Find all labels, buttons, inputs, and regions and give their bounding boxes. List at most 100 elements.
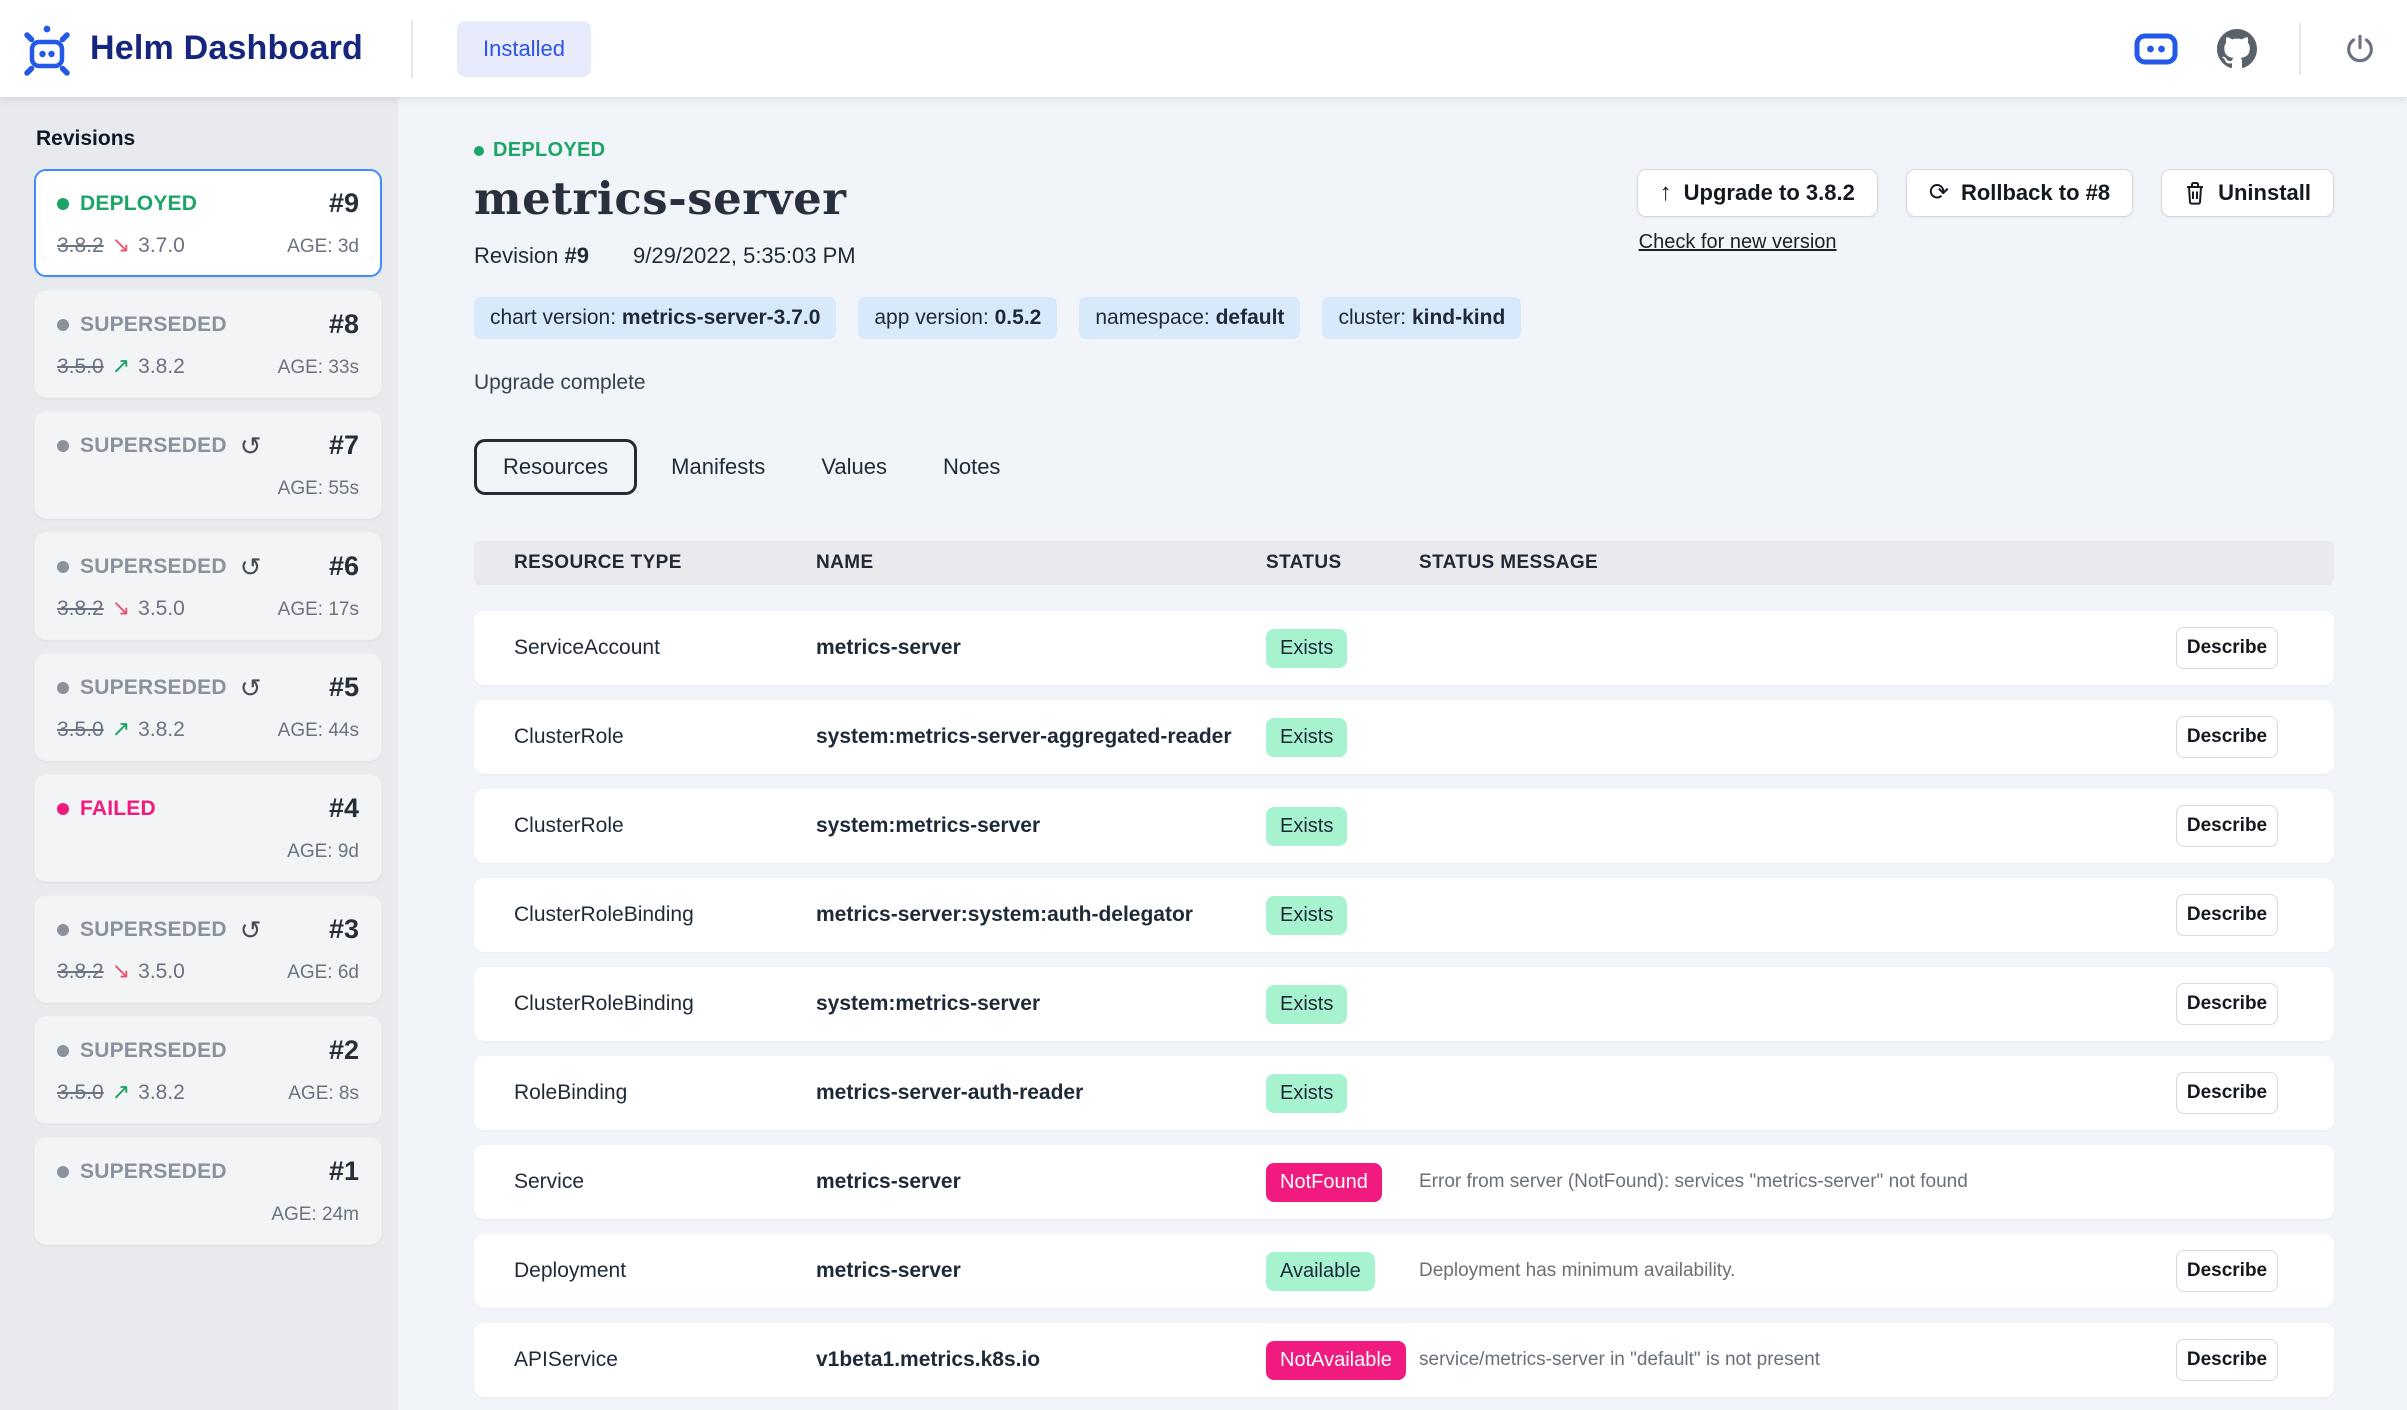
version-arrow-icon: ↘: [112, 958, 130, 983]
cluster-chip: cluster: kind-kind: [1322, 297, 1521, 339]
tab-resources[interactable]: Resources: [474, 439, 637, 495]
revision-age: AGE: 3d: [287, 236, 359, 258]
describe-button[interactable]: Describe: [2176, 983, 2278, 1025]
resource-name: metrics-server: [816, 1259, 1266, 1283]
revision-status-label: SUPERSEDED: [80, 676, 227, 700]
version-arrow-icon: ↗: [112, 716, 130, 741]
resource-type: APIService: [514, 1348, 816, 1372]
robot-icon[interactable]: [2133, 31, 2179, 67]
revision-card[interactable]: SUPERSEDED #2 3.5.0↗3.8.2 AGE: 8s: [34, 1016, 382, 1124]
reconfigure-icon: ↺: [240, 675, 262, 701]
tab-values[interactable]: Values: [799, 441, 909, 493]
rollback-button[interactable]: ⟳ Rollback to #8: [1906, 169, 2133, 217]
describe-button[interactable]: Describe: [2176, 716, 2278, 758]
table-row: Deployment metrics-server Available Depl…: [474, 1234, 2334, 1308]
status-badge: Exists: [1266, 718, 1347, 757]
revision-label: Revision: [474, 243, 558, 268]
status-dot-icon: [57, 1045, 69, 1057]
reconfigure-icon: ↺: [240, 554, 262, 580]
describe-button[interactable]: Describe: [2176, 1072, 2278, 1114]
revision-age: AGE: 24m: [271, 1204, 359, 1226]
resource-type: Service: [514, 1170, 816, 1194]
revision-card[interactable]: FAILED #4 AGE: 9d: [34, 774, 382, 882]
describe-button[interactable]: Describe: [2176, 805, 2278, 847]
release-status: DEPLOYED: [493, 139, 605, 162]
resource-name: system:metrics-server: [816, 992, 1266, 1016]
revision-card[interactable]: SUPERSEDED ↺ #3 3.8.2↘3.5.0 AGE: 6d: [34, 895, 382, 1003]
namespace-chip: namespace: default: [1079, 297, 1300, 339]
app-version-chip: app version: 0.5.2: [858, 297, 1057, 339]
status-dot-icon: [57, 561, 69, 573]
new-version: 3.5.0: [138, 597, 185, 620]
check-new-version-link[interactable]: Check for new version: [1639, 231, 1837, 254]
describe-button[interactable]: Describe: [2176, 1250, 2278, 1292]
revision-age: AGE: 9d: [287, 841, 359, 863]
resource-type: Deployment: [514, 1259, 816, 1283]
revision-card[interactable]: SUPERSEDED ↺ #5 3.5.0↗3.8.2 AGE: 44s: [34, 653, 382, 761]
app-title: Helm Dashboard: [90, 29, 363, 68]
nav-item-installed[interactable]: Installed: [457, 21, 591, 77]
revision-card[interactable]: SUPERSEDED ↺ #6 3.8.2↘3.5.0 AGE: 17s: [34, 532, 382, 640]
deployed-dot-icon: [474, 146, 484, 156]
reconfigure-icon: ↺: [240, 433, 262, 459]
status-badge: Exists: [1266, 807, 1347, 846]
revision-status-label: SUPERSEDED: [80, 555, 227, 579]
rollback-icon: ⟳: [1929, 181, 1949, 205]
col-status: STATUS: [1266, 552, 1419, 574]
status-badge: NotAvailable: [1266, 1341, 1406, 1380]
revision-version-change: 3.5.0↗3.8.2: [57, 1079, 185, 1105]
release-detail: DEPLOYED metrics-server Revision #9 9/29…: [398, 97, 2407, 1410]
resource-type: ClusterRoleBinding: [514, 903, 816, 927]
revision-card[interactable]: SUPERSEDED #1 AGE: 24m: [34, 1137, 382, 1245]
new-version: 3.7.0: [138, 234, 185, 257]
power-icon[interactable]: [2343, 32, 2377, 66]
old-version: 3.5.0: [57, 1081, 104, 1104]
table-row: ClusterRole system:metrics-server Exists…: [474, 789, 2334, 863]
tab-manifests[interactable]: Manifests: [649, 441, 787, 493]
revision-number: #6: [329, 551, 359, 582]
revision-card[interactable]: SUPERSEDED ↺ #7 AGE: 55s: [34, 411, 382, 519]
release-tabs: Resources Manifests Values Notes: [474, 439, 2334, 495]
version-arrow-icon: ↗: [112, 1079, 130, 1104]
revision-status-label: FAILED: [80, 797, 156, 821]
uninstall-button[interactable]: Uninstall: [2161, 169, 2334, 217]
reconfigure-icon: ↺: [240, 917, 262, 943]
resource-name: metrics-server: [816, 636, 1266, 660]
version-arrow-icon: ↘: [112, 595, 130, 620]
status-badge: Exists: [1266, 896, 1347, 935]
col-resource-type: RESOURCE TYPE: [514, 552, 816, 574]
tab-notes[interactable]: Notes: [921, 441, 1022, 493]
revision-age: AGE: 6d: [287, 962, 359, 984]
release-meta-chips: chart version: metrics-server-3.7.0 app …: [474, 297, 2334, 339]
status-dot-icon: [57, 682, 69, 694]
old-version: 3.8.2: [57, 234, 104, 257]
revision-status-label: DEPLOYED: [80, 192, 197, 216]
resource-type: ClusterRole: [514, 725, 816, 749]
old-version: 3.8.2: [57, 960, 104, 983]
status-dot-icon: [57, 198, 69, 210]
table-row: RoleBinding metrics-server-auth-reader E…: [474, 1056, 2334, 1130]
status-message: service/metrics-server in "default" is n…: [1419, 1349, 2174, 1371]
revision-card[interactable]: DEPLOYED #9 3.8.2↘3.7.0 AGE: 3d: [34, 169, 382, 277]
upgrade-button[interactable]: ↑ Upgrade to 3.8.2: [1637, 169, 1878, 217]
describe-button[interactable]: Describe: [2176, 894, 2278, 936]
revision-status-label: SUPERSEDED: [80, 313, 227, 337]
table-row: ClusterRoleBinding metrics-server:system…: [474, 878, 2334, 952]
resources-table: RESOURCE TYPE NAME STATUS STATUS MESSAGE…: [474, 541, 2334, 1397]
chart-version-chip: chart version: metrics-server-3.7.0: [474, 297, 836, 339]
col-name: NAME: [816, 552, 1266, 574]
new-version: 3.8.2: [138, 355, 185, 378]
revision-number: #3: [329, 914, 359, 945]
resource-type: ClusterRole: [514, 814, 816, 838]
revision-version-change: 3.5.0↗3.8.2: [57, 353, 185, 379]
status-message: Deployment has minimum availability.: [1419, 1260, 2174, 1282]
github-icon[interactable]: [2217, 29, 2257, 69]
upgrade-arrow-icon: ↑: [1660, 181, 1672, 205]
describe-button[interactable]: Describe: [2176, 1339, 2278, 1381]
status-badge: NotFound: [1266, 1163, 1382, 1202]
new-version: 3.8.2: [138, 718, 185, 741]
describe-button[interactable]: Describe: [2176, 627, 2278, 669]
revision-card[interactable]: SUPERSEDED #8 3.5.0↗3.8.2 AGE: 33s: [34, 290, 382, 398]
release-actions: ↑ Upgrade to 3.8.2 ⟳ Rollback to #8 Unin…: [1637, 169, 2334, 254]
resources-table-body: ServiceAccount metrics-server Exists Des…: [474, 611, 2334, 1397]
